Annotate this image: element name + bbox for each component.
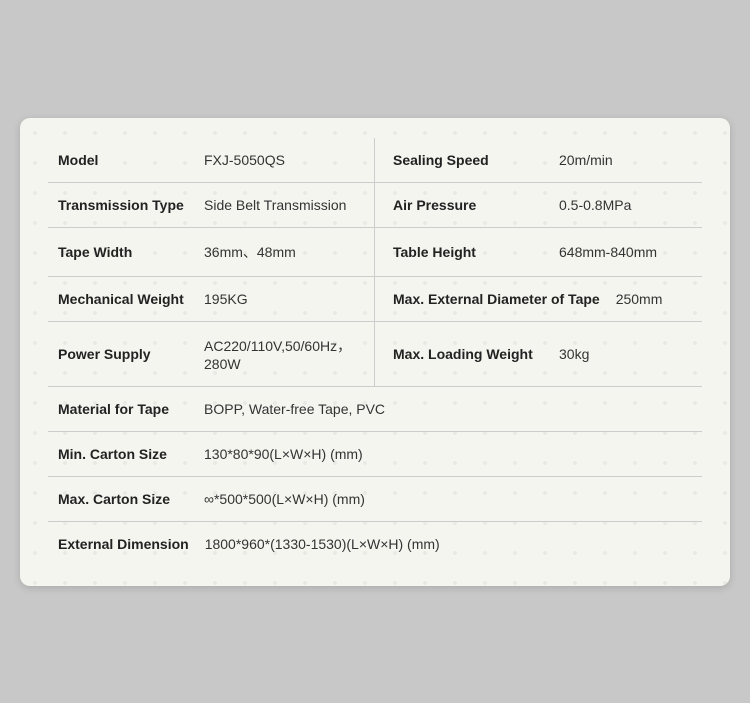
spec-value: ∞*500*500(L×W×H) (mm)	[204, 491, 365, 507]
spec-cell-full: Min. Carton Size 130*80*90(L×W×H) (mm)	[48, 432, 702, 476]
spec-label: Power Supply	[58, 346, 188, 362]
spec-value: 20m/min	[559, 152, 613, 168]
spec-label: Max. External Diameter of Tape	[393, 291, 600, 307]
spec-cell-left: Model FXJ-5050QS	[48, 138, 375, 182]
table-row: Transmission Type Side Belt Transmission A…	[48, 183, 702, 228]
table-row: External Dimension 1800*960*(1330-1530)(L…	[48, 522, 702, 566]
spec-label: Table Height	[393, 244, 543, 260]
spec-value: 648mm-840mm	[559, 244, 657, 260]
table-row: Min. Carton Size 130*80*90(L×W×H) (mm)	[48, 432, 702, 477]
spec-label: Transmission Type	[58, 197, 188, 213]
spec-label: Material for Tape	[58, 401, 188, 417]
spec-cell-right: Max. Loading Weight 30kg	[375, 322, 702, 386]
spec-value: AC220/110V,50/60Hz，280W	[204, 336, 364, 372]
spec-cell-right: Air Pressure 0.5-0.8MPa	[375, 183, 702, 227]
table-row: Power Supply AC220/110V,50/60Hz，280W Max. …	[48, 322, 702, 387]
spec-cell-full: Material for Tape BOPP, Water-free Tape, …	[48, 387, 702, 431]
table-row: Material for Tape BOPP, Water-free Tape, …	[48, 387, 702, 432]
table-row: Max. Carton Size ∞*500*500(L×W×H) (mm)	[48, 477, 702, 522]
spec-label: External Dimension	[58, 536, 189, 552]
spec-cell-full: Max. Carton Size ∞*500*500(L×W×H) (mm)	[48, 477, 702, 521]
spec-label: Model	[58, 152, 188, 168]
table-row: Model FXJ-5050QS Sealing Speed 20m/min	[48, 138, 702, 183]
spec-label: Max. Carton Size	[58, 491, 188, 507]
spec-value: 36mm、48mm	[204, 242, 296, 262]
spec-cell-left: Power Supply AC220/110V,50/60Hz，280W	[48, 322, 375, 386]
spec-label: Sealing Speed	[393, 152, 543, 168]
spec-value: 250mm	[616, 291, 663, 307]
table-row: Mechanical Weight 195KG Max. External Diam…	[48, 277, 702, 322]
spec-cell-right: Table Height 648mm-840mm	[375, 228, 702, 276]
spec-card: Model FXJ-5050QS Sealing Speed 20m/min Trans…	[20, 118, 730, 586]
spec-cell-left: Tape Width 36mm、48mm	[48, 228, 375, 276]
spec-label: Max. Loading Weight	[393, 346, 543, 362]
spec-value: 130*80*90(L×W×H) (mm)	[204, 446, 363, 462]
spec-cell-right: Sealing Speed 20m/min	[375, 138, 702, 182]
spec-table: Model FXJ-5050QS Sealing Speed 20m/min Trans…	[48, 138, 702, 566]
spec-cell-right: Max. External Diameter of Tape 250mm	[375, 277, 702, 321]
spec-cell-left: Transmission Type Side Belt Transmission	[48, 183, 375, 227]
spec-value: 195KG	[204, 291, 248, 307]
spec-cell-left: Mechanical Weight 195KG	[48, 277, 375, 321]
spec-value: FXJ-5050QS	[204, 152, 285, 168]
spec-value: Side Belt Transmission	[204, 197, 346, 213]
spec-value: 1800*960*(1330-1530)(L×W×H) (mm)	[205, 536, 440, 552]
spec-value: 30kg	[559, 346, 589, 362]
spec-label: Air Pressure	[393, 197, 543, 213]
spec-label: Mechanical Weight	[58, 291, 188, 307]
spec-label: Min. Carton Size	[58, 446, 188, 462]
spec-label: Tape Width	[58, 244, 188, 260]
table-row: Tape Width 36mm、48mm Table Height 648mm-840…	[48, 228, 702, 277]
spec-value: BOPP, Water-free Tape, PVC	[204, 401, 385, 417]
spec-cell-full: External Dimension 1800*960*(1330-1530)(L…	[48, 522, 702, 566]
spec-value: 0.5-0.8MPa	[559, 197, 631, 213]
